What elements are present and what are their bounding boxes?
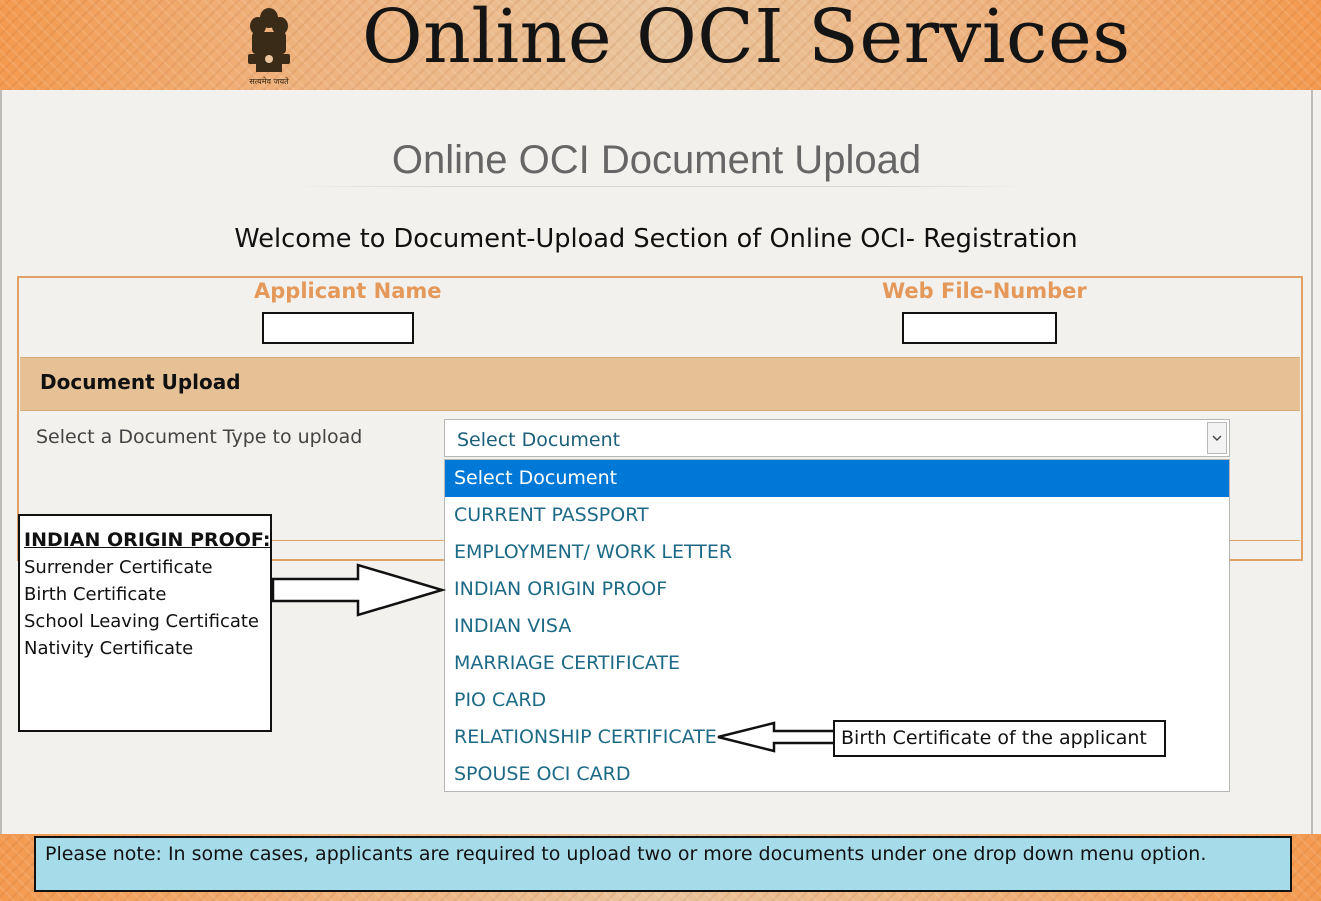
emblem-motto: सत्यमेव जयते <box>249 76 289 86</box>
page-title: Online OCI Document Upload <box>391 138 922 182</box>
applicant-name-field <box>262 312 414 344</box>
chevron-down-icon[interactable] <box>1207 422 1227 454</box>
option-pio-card[interactable]: PIO CARD <box>445 682 1229 719</box>
footer-note: Please note: In some cases, applicants a… <box>34 836 1292 892</box>
national-emblem-icon: सत्यमेव जयते <box>248 8 290 86</box>
callout-title: INDIAN ORIGIN PROOF: <box>24 529 271 551</box>
option-spouse-oci-card[interactable]: SPOUSE OCI CARD <box>445 756 1229 793</box>
option-current-passport[interactable]: CURRENT PASSPORT <box>445 497 1229 534</box>
left-border <box>0 90 2 834</box>
callout-item: Nativity Certificate <box>24 638 194 659</box>
right-border <box>1311 90 1313 834</box>
callout-item: School Leaving Certificate <box>24 611 260 632</box>
web-file-number-label: Web File-Number <box>882 279 1087 303</box>
applicant-name-label: Applicant Name <box>254 279 442 303</box>
site-title: Online OCI Services <box>362 0 1131 80</box>
document-type-label: Select a Document Type to upload <box>36 426 363 448</box>
section-title: Document Upload <box>40 370 241 394</box>
web-file-number-field <box>902 312 1057 344</box>
header-banner: सत्यमेव जयते Online OCI Services <box>0 0 1321 90</box>
title-divider <box>290 186 1030 187</box>
relationship-callout: Birth Certificate of the applicant <box>833 720 1166 757</box>
callout-item: Birth Certificate <box>24 584 167 605</box>
select-current-value: Select Document <box>457 429 621 451</box>
option-employment-work-letter[interactable]: EMPLOYMENT/ WORK LETTER <box>445 534 1229 571</box>
welcome-heading: Welcome to Document-Upload Section of On… <box>0 224 1313 254</box>
document-upload-section-header: Document Upload <box>20 357 1300 411</box>
indian-origin-proof-callout: INDIAN ORIGIN PROOF: Surrender Certifica… <box>18 514 272 732</box>
option-indian-origin-proof[interactable]: INDIAN ORIGIN PROOF <box>445 571 1229 608</box>
arrow-right-icon <box>272 563 447 617</box>
arrow-left-icon <box>717 721 836 753</box>
option-indian-visa[interactable]: INDIAN VISA <box>445 608 1229 645</box>
welcome-text: Welcome to Document-Upload Section of On… <box>234 224 1079 254</box>
callout-item: Surrender Certificate <box>24 557 213 578</box>
option-select-document[interactable]: Select Document <box>445 460 1229 497</box>
option-marriage-certificate[interactable]: MARRIAGE CERTIFICATE <box>445 645 1229 682</box>
document-type-select[interactable]: Select Document <box>444 419 1230 457</box>
